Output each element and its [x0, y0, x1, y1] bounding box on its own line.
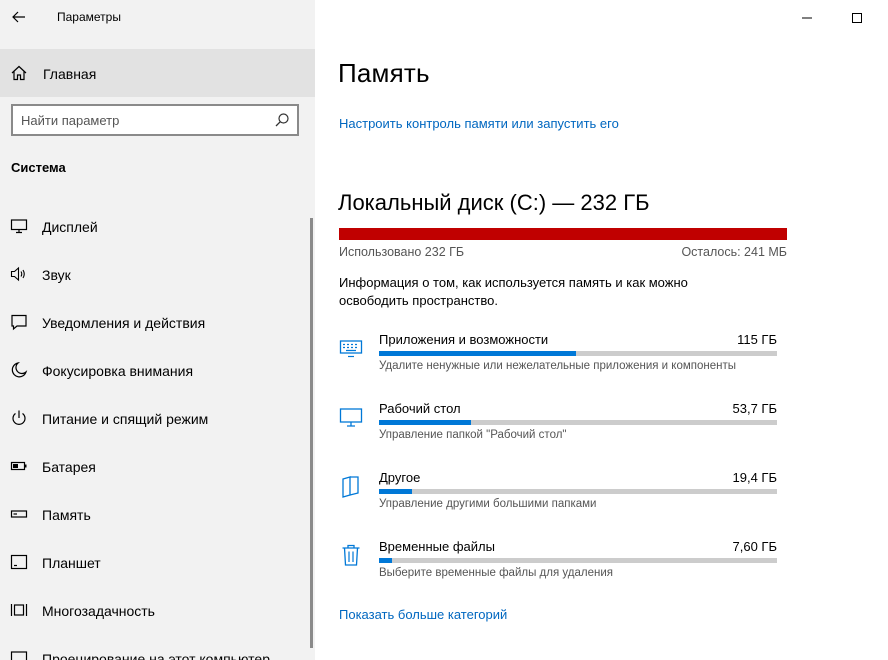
- desktop-icon: [339, 408, 363, 427]
- projection-icon: [10, 651, 28, 660]
- sidebar-item-label: Память: [42, 507, 91, 523]
- app-title: Параметры: [57, 10, 121, 24]
- category-desktop[interactable]: Рабочий стол 53,7 ГБ Управление папкой "…: [315, 401, 888, 463]
- back-button[interactable]: [4, 4, 34, 30]
- sidebar-item-label: Батарея: [42, 459, 96, 475]
- category-temp-files[interactable]: Временные файлы 7,60 ГБ Выберите временн…: [315, 539, 888, 601]
- category-size: 53,7 ГБ: [732, 401, 777, 416]
- sidebar-item-multitasking[interactable]: Многозадачность: [0, 586, 315, 634]
- category-bar-fill: [379, 489, 413, 494]
- disk-usage-fill: [339, 228, 787, 240]
- sidebar-item-tablet[interactable]: Планшет: [0, 538, 315, 586]
- category-size: 19,4 ГБ: [732, 470, 777, 485]
- notification-icon: [11, 314, 27, 331]
- category-size: 7,60 ГБ: [732, 539, 777, 554]
- sidebar-item-display[interactable]: Дисплей: [0, 202, 315, 250]
- search-icon[interactable]: [274, 112, 290, 128]
- disk-free-label: Осталось: 241 МБ: [681, 245, 787, 259]
- sidebar-item-projecting[interactable]: Проецирование на этот компьютер: [0, 634, 315, 660]
- configure-storage-sense-link[interactable]: Настроить контроль памяти или запустить …: [339, 116, 619, 131]
- nav-list: Дисплей Звук Уведомления и действия Фоку…: [0, 202, 315, 660]
- category-bar: [379, 558, 777, 563]
- sidebar-item-notifications[interactable]: Уведомления и действия: [0, 298, 315, 346]
- category-description: Удалите ненужные или нежелательные прило…: [379, 360, 737, 372]
- sidebar-item-label: Многозадачность: [42, 603, 155, 619]
- category-bar: [379, 420, 777, 425]
- sidebar-item-label: Проецирование на этот компьютер: [42, 651, 270, 660]
- sidebar-item-label: Планшет: [42, 555, 101, 571]
- storage-icon: [10, 510, 28, 518]
- monitor-icon: [10, 219, 28, 234]
- category-name: Приложения и возможности: [379, 332, 549, 347]
- info-text: Информация о том, как используется памят…: [339, 275, 688, 308]
- sidebar-item-focus-assist[interactable]: Фокусировка внимания: [0, 346, 315, 394]
- disk-title: Локальный диск (C:) — 232 ГБ: [338, 190, 650, 215]
- multitasking-icon: [10, 604, 28, 616]
- arrow-left-icon: [12, 11, 25, 23]
- sidebar-item-label: Питание и спящий режим: [42, 411, 209, 427]
- search-input[interactable]: [21, 111, 271, 129]
- disk-usage-bar: [339, 228, 787, 240]
- sidebar-item-label: Уведомления и действия: [42, 315, 206, 331]
- title-bar: Параметры: [0, 0, 315, 36]
- section-title: Система: [11, 160, 66, 175]
- category-bar: [379, 351, 777, 356]
- category-bar-fill: [379, 558, 393, 563]
- sidebar-item-battery[interactable]: Батарея: [0, 442, 315, 490]
- sidebar-item-power-sleep[interactable]: Питание и спящий режим: [0, 394, 315, 442]
- home-icon: [11, 65, 27, 81]
- sidebar-item-label: Главная: [43, 66, 97, 82]
- maximize-icon: [852, 13, 862, 23]
- minimize-icon: [802, 17, 812, 19]
- sidebar-item-label: Фокусировка внимания: [42, 363, 194, 379]
- category-bar-fill: [379, 351, 576, 356]
- category-other[interactable]: Другое 19,4 ГБ Управление другими больши…: [315, 470, 888, 532]
- moon-icon: [11, 361, 28, 378]
- sidebar: Параметры Главная Система Дисплей З: [0, 0, 315, 660]
- sidebar-scrollbar[interactable]: [310, 218, 313, 648]
- category-name: Другое: [379, 470, 421, 485]
- maximize-button[interactable]: [843, 6, 871, 30]
- category-bar: [379, 489, 777, 494]
- power-icon: [12, 410, 26, 425]
- sidebar-item-storage[interactable]: Память: [0, 490, 315, 538]
- speaker-icon: [10, 266, 25, 282]
- tablet-icon: [10, 554, 28, 570]
- keyboard-icon: [339, 340, 363, 358]
- category-size: 115 ГБ: [737, 332, 777, 347]
- category-description: Управление папкой "Рабочий стол": [379, 429, 567, 441]
- sidebar-item-label: Звук: [42, 267, 71, 283]
- main-content: Память Настроить контроль памяти или зап…: [315, 0, 888, 660]
- battery-icon: [10, 461, 27, 471]
- category-bar-fill: [379, 420, 471, 425]
- category-apps[interactable]: Приложения и возможности 115 ГБ Удалите …: [315, 332, 888, 394]
- sidebar-item-home[interactable]: Главная: [0, 49, 315, 97]
- minimize-button[interactable]: [793, 6, 821, 30]
- disk-used-label: Использовано 232 ГБ: [339, 245, 465, 259]
- category-name: Рабочий стол: [379, 401, 461, 416]
- search-box[interactable]: [11, 104, 299, 136]
- trash-icon: [342, 544, 360, 566]
- sidebar-item-sound[interactable]: Звук: [0, 250, 315, 298]
- page-title: Память: [338, 58, 430, 88]
- folder-icon: [342, 476, 359, 498]
- show-more-categories-link[interactable]: Показать больше категорий: [339, 607, 507, 622]
- sidebar-item-label: Дисплей: [42, 219, 98, 235]
- category-name: Временные файлы: [379, 539, 495, 554]
- category-description: Выберите временные файлы для удаления: [379, 567, 613, 579]
- category-description: Управление другими большими папками: [379, 498, 597, 510]
